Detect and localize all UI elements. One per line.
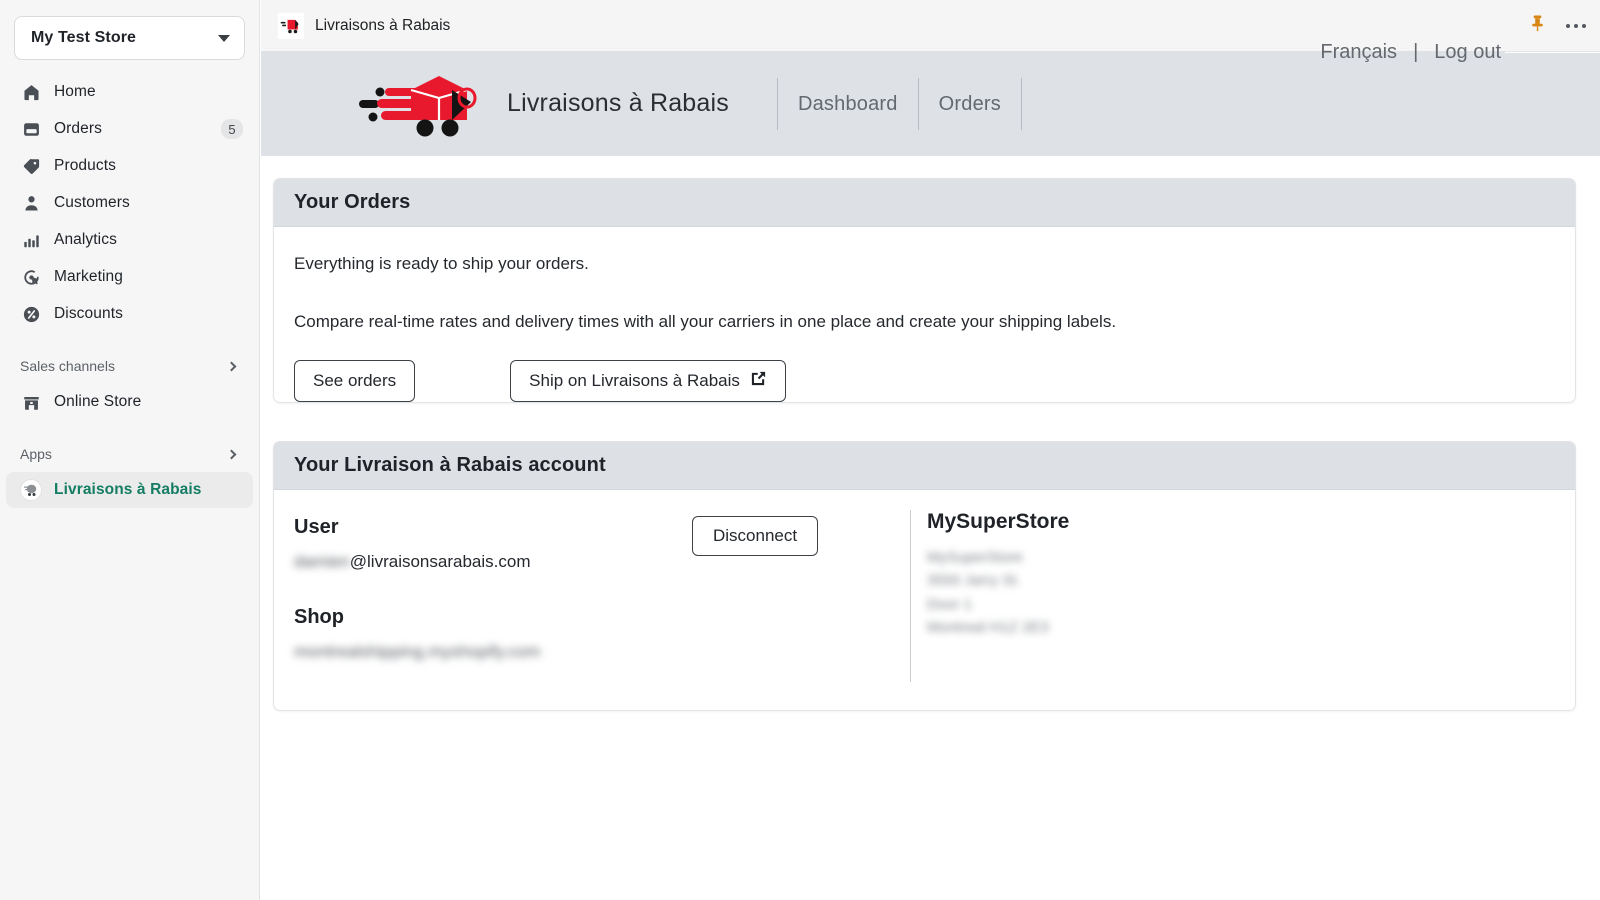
sidebar-item-products[interactable]: Products	[6, 148, 253, 184]
your-orders-title: Your Orders	[294, 191, 411, 213]
orders-status-text: Everything is ready to ship your orders.	[294, 254, 589, 273]
store-name: My Test Store	[31, 29, 137, 46]
orders-count-badge: 5	[221, 119, 243, 139]
store-address-line: MySuperStore	[927, 549, 1023, 566]
sidebar-section-label: Sales channels	[20, 358, 115, 374]
sidebar-item-marketing[interactable]: Marketing	[6, 259, 253, 295]
shop-heading: Shop	[294, 606, 344, 628]
disconnect-action: Disconnect	[692, 516, 819, 556]
user-block: User damien@livraisonsarabais.com	[294, 516, 684, 572]
store-address-line: Door 1	[927, 595, 973, 613]
user-email-masked-part: damien	[294, 552, 350, 571]
nav-divider-right	[1020, 77, 1022, 130]
shop-domain-masked: montrealshipping.myshopify.com	[294, 642, 541, 661]
orders-description-text: Compare real-time rates and delivery tim…	[294, 311, 1117, 331]
titlebar-actions	[1529, 0, 1586, 52]
storefront-icon	[20, 391, 42, 413]
account-details: User damien@livraisonsarabais.com Shop m…	[294, 516, 684, 666]
sidebar-item-orders[interactable]: Orders 5	[6, 111, 253, 147]
logout-link[interactable]: Log out	[1434, 41, 1501, 64]
your-orders-card: Your Orders Everything is ready to ship …	[273, 178, 1576, 403]
shop-domain: montrealshipping.myshopify.com	[294, 642, 684, 662]
see-orders-label: See orders	[313, 371, 397, 390]
sidebar-item-label: Online Store	[54, 393, 142, 410]
language-switch-francais[interactable]: Français	[1320, 41, 1397, 64]
ship-button-label: Ship on Livraisons à Rabais	[529, 371, 740, 390]
more-options-icon[interactable]	[1565, 23, 1586, 29]
store-info: MySuperStore MySuperStore 3550 Jarry St.…	[910, 510, 1069, 682]
store-address: MySuperStore 3550 Jarry St. Door 1 Montr…	[927, 546, 1069, 639]
sidebar-item-label: Customers	[54, 194, 130, 211]
see-orders-button[interactable]: See orders	[294, 360, 416, 402]
disconnect-button[interactable]: Disconnect	[692, 516, 819, 556]
disconnect-label: Disconnect	[713, 526, 798, 545]
sidebar-item-livraisons-a-rabais[interactable]: Livraisons à Rabais	[6, 472, 253, 508]
store-switcher[interactable]: My Test Store	[14, 16, 245, 60]
your-orders-card-body: Everything is ready to ship your orders.…	[274, 227, 1575, 402]
user-email: damien@livraisonsarabais.com	[294, 552, 684, 572]
discounts-percent-icon	[20, 303, 42, 325]
orders-actions: See orders Ship on Livraisons à Rabais	[294, 360, 1555, 402]
app-nav-orders[interactable]: Orders	[919, 78, 1021, 130]
app-nav: Dashboard Orders	[776, 77, 1022, 130]
sidebar-item-discounts[interactable]: Discounts	[6, 296, 253, 332]
app-header: Livraisons à Rabais Dashboard Orders	[261, 51, 1505, 156]
sidebar-item-label: Marketing	[54, 268, 123, 285]
marketing-target-icon	[20, 266, 42, 288]
sidebar-section-sales-channels[interactable]: Sales channels	[6, 350, 253, 382]
sidebar-nav: Home Orders 5 Products Customers Analyti…	[0, 74, 259, 508]
account-card-body: User damien@livraisonsarabais.com Shop m…	[274, 490, 1575, 696]
sidebar-item-customers[interactable]: Customers	[6, 185, 253, 221]
sidebar-item-label: Products	[54, 157, 116, 174]
your-orders-card-header: Your Orders	[274, 179, 1575, 227]
user-email-domain: @livraisonsarabais.com	[349, 552, 531, 571]
store-address-line: 3550 Jarry St.	[927, 572, 1021, 590]
chevron-right-icon	[226, 449, 237, 459]
app-brand-name: Livraisons à Rabais	[507, 89, 729, 117]
sidebar: My Test Store Home Orders 5 Products Cus…	[0, 0, 260, 900]
user-heading: User	[294, 516, 339, 538]
utility-separator: |	[1413, 41, 1419, 63]
sidebar-section-label: Apps	[20, 446, 52, 462]
pin-icon[interactable]	[1529, 14, 1546, 38]
sidebar-item-label: Analytics	[54, 231, 117, 248]
sidebar-item-label: Home	[54, 83, 96, 100]
sidebar-item-label: Livraisons à Rabais	[54, 481, 202, 498]
account-card-header: Your Livraison à Rabais account	[274, 442, 1575, 490]
app-header-utility-nav: Français | Log out	[1320, 0, 1501, 105]
products-tag-icon	[20, 155, 42, 177]
app-titlebar-title: Livraisons à Rabais	[315, 16, 451, 34]
ship-on-livraisons-a-rabais-button[interactable]: Ship on Livraisons à Rabais	[510, 360, 786, 402]
livraisons-a-rabais-logo	[351, 68, 477, 140]
livraisons-a-rabais-favicon	[278, 12, 304, 39]
sidebar-item-label: Orders	[54, 120, 102, 137]
customers-person-icon	[20, 192, 42, 214]
sidebar-item-home[interactable]: Home	[6, 74, 253, 110]
store-display-name: MySuperStore	[927, 510, 1070, 533]
analytics-bars-icon	[20, 229, 42, 251]
account-card-title: Your Livraison à Rabais account	[294, 454, 606, 476]
account-card: Your Livraison à Rabais account User dam…	[273, 441, 1576, 711]
chevron-down-icon	[218, 34, 230, 42]
orders-icon	[20, 118, 42, 140]
sidebar-item-online-store[interactable]: Online Store	[6, 384, 253, 420]
shop-block: Shop montrealshipping.myshopify.com	[294, 606, 684, 662]
sidebar-item-label: Discounts	[54, 305, 123, 322]
store-address-line: Montreal H1Z 2E3	[927, 618, 1049, 636]
home-icon	[20, 81, 42, 103]
sidebar-section-apps[interactable]: Apps	[6, 438, 253, 470]
app-avatar-icon	[20, 479, 42, 501]
sidebar-item-analytics[interactable]: Analytics	[6, 222, 253, 258]
external-link-icon	[750, 370, 767, 392]
app-nav-dashboard[interactable]: Dashboard	[778, 78, 918, 130]
chevron-right-icon	[226, 361, 237, 371]
